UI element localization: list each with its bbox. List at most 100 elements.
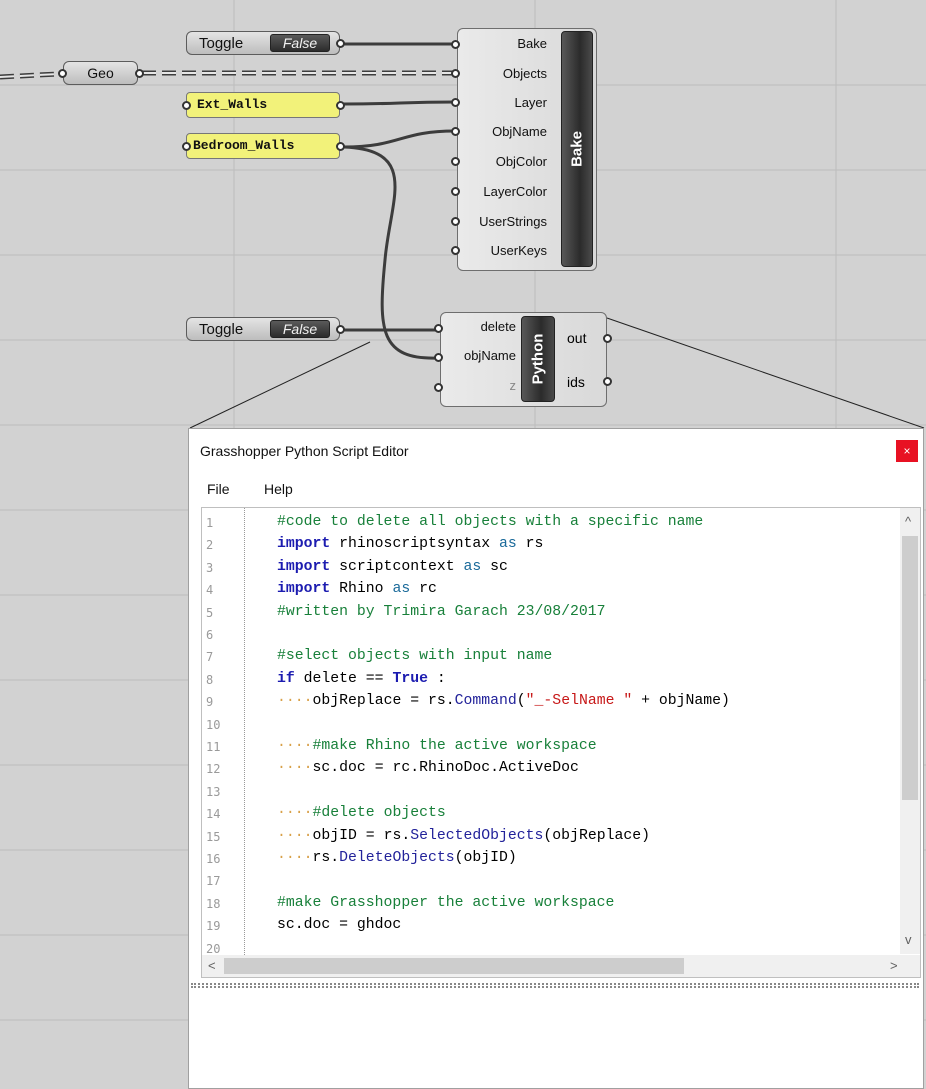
bake-name-bar: Bake: [561, 31, 593, 267]
code-token: import: [277, 581, 331, 598]
python-grip-z[interactable]: [434, 383, 443, 392]
code-token: :: [427, 670, 446, 687]
python-input-delete[interactable]: delete: [481, 319, 516, 334]
code-line[interactable]: #make Grasshopper the active workspace: [277, 895, 614, 911]
code-line[interactable]: import scriptcontext as sc: [277, 559, 508, 575]
toggle-output-grip[interactable]: [336, 39, 345, 48]
code-token: objReplace = rs.: [312, 693, 455, 710]
splitter-handle[interactable]: [191, 983, 919, 988]
panel-input-grip[interactable]: [182, 142, 191, 151]
horizontal-scrollbar[interactable]: < >: [202, 955, 920, 977]
bake-grip-layercolor[interactable]: [451, 187, 460, 196]
boolean-toggle-bake[interactable]: Toggle False: [186, 31, 340, 55]
vertical-scrollbar[interactable]: ^ v: [900, 508, 920, 954]
code-line[interactable]: ····objID = rs.SelectedObjects(objReplac…: [277, 828, 650, 844]
toggle-value[interactable]: False: [270, 320, 330, 338]
python-input-objname[interactable]: objName: [464, 348, 516, 363]
bake-input-userkeys[interactable]: UserKeys: [491, 243, 547, 258]
scroll-right-icon[interactable]: >: [890, 958, 898, 973]
python-grip-out[interactable]: [603, 334, 612, 343]
bake-input-bake[interactable]: Bake: [517, 36, 547, 51]
close-icon: ×: [903, 444, 911, 458]
scroll-up-icon[interactable]: ^: [905, 514, 911, 529]
panel-bedroom-walls[interactable]: Bedroom_Walls: [186, 133, 340, 159]
bake-grip-bake[interactable]: [451, 40, 460, 49]
title-bar[interactable]: Grasshopper Python Script Editor ×: [189, 429, 923, 473]
line-number: 12: [206, 762, 221, 777]
bake-grip-objects[interactable]: [451, 69, 460, 78]
code-line[interactable]: #select objects with input name: [277, 648, 552, 664]
line-number: 2: [206, 538, 214, 553]
window-title: Grasshopper Python Script Editor: [200, 443, 409, 459]
wire-ext-layer: [343, 100, 456, 106]
code-line[interactable]: #code to delete all objects with a speci…: [277, 514, 703, 530]
code-line[interactable]: ····rs.DeleteObjects(objID): [277, 850, 517, 866]
python-script-editor-window[interactable]: Grasshopper Python Script Editor × File …: [188, 428, 924, 1089]
bake-grip-layer[interactable]: [451, 98, 460, 107]
bake-input-layer[interactable]: Layer: [514, 95, 547, 110]
toggle-output-grip[interactable]: [336, 325, 345, 334]
code-line[interactable]: import Rhino as rc: [277, 581, 437, 597]
python-grip-ids[interactable]: [603, 377, 612, 386]
panel-text: Ext_Walls: [197, 97, 268, 112]
code-line[interactable]: ····#delete objects: [277, 805, 446, 821]
line-number: 7: [206, 650, 214, 665]
scroll-left-icon[interactable]: <: [208, 958, 216, 973]
code-token: (objReplace): [543, 827, 650, 844]
code-line[interactable]: sc.doc = ghdoc: [277, 917, 401, 933]
vertical-scroll-thumb[interactable]: [902, 536, 918, 800]
geo-param[interactable]: Geo: [63, 61, 138, 85]
code-token: rc: [410, 581, 437, 598]
menu-file[interactable]: File: [207, 481, 230, 497]
toggle-value[interactable]: False: [270, 34, 330, 52]
python-output-out[interactable]: out: [567, 330, 586, 346]
line-number: 5: [206, 605, 214, 620]
python-grip-objname[interactable]: [434, 353, 443, 362]
bake-input-layercolor[interactable]: LayerColor: [483, 184, 547, 199]
line-number: 18: [206, 896, 221, 911]
code-line[interactable]: import rhinoscriptsyntax as rs: [277, 536, 543, 552]
indent-dots: ····: [277, 827, 313, 844]
code-token: sc.doc = ghdoc: [277, 917, 402, 934]
geo-input-grip[interactable]: [58, 69, 67, 78]
panel-input-grip[interactable]: [182, 101, 191, 110]
code-token: import: [277, 536, 331, 553]
close-button[interactable]: ×: [896, 440, 918, 462]
code-token: "_-SelName ": [525, 693, 633, 710]
bake-input-objects[interactable]: Objects: [503, 66, 547, 81]
bake-input-objcolor[interactable]: ObjColor: [496, 154, 547, 169]
bake-grip-userkeys[interactable]: [451, 246, 460, 255]
menu-help[interactable]: Help: [264, 481, 293, 497]
code-editor[interactable]: 1 2 3 4 5 6 7 8 9 10 11 12 13 14 15 16 17 18 19 20 #code to…: [201, 507, 921, 978]
code-token: Command: [454, 693, 517, 710]
code-line[interactable]: #written by Trimira Garach 23/08/2017: [277, 604, 606, 620]
boolean-toggle-delete[interactable]: Toggle False: [186, 317, 340, 341]
code-line[interactable]: ····#make Rhino the active workspace: [277, 738, 597, 754]
line-number: 4: [206, 583, 214, 598]
line-number: 15: [206, 829, 221, 844]
bake-input-objname[interactable]: ObjName: [492, 124, 547, 139]
code-line[interactable]: ····objReplace = rs.Command("_-SelName "…: [277, 693, 730, 709]
python-output-ids[interactable]: ids: [567, 374, 585, 390]
panel-output-grip[interactable]: [336, 101, 345, 110]
bake-grip-objcolor[interactable]: [451, 157, 460, 166]
scroll-down-icon[interactable]: v: [905, 932, 912, 947]
bake-grip-userstrings[interactable]: [451, 217, 460, 226]
code-comment: #make Rhino the active workspace: [312, 738, 597, 754]
indent-dots: ····: [277, 850, 313, 866]
panel-output-grip[interactable]: [336, 142, 345, 151]
code-line[interactable]: if delete == True :: [277, 671, 446, 687]
bake-grip-objname[interactable]: [451, 127, 460, 136]
panel-ext-walls[interactable]: Ext_Walls: [186, 92, 340, 118]
code-comment: #delete objects: [312, 805, 446, 822]
code-token: objID = rs.: [312, 827, 411, 844]
geo-output-grip[interactable]: [135, 69, 144, 78]
line-number-gutter: 1 2 3 4 5 6 7 8 9 10 11 12 13 14 15 16 17 18 19 20: [202, 508, 245, 977]
bake-component[interactable]: Bake Objects Layer ObjName ObjColor Laye…: [457, 28, 597, 271]
python-input-z[interactable]: z: [510, 378, 517, 393]
python-component[interactable]: delete objName z Python out ids: [440, 312, 607, 407]
bake-input-userstrings[interactable]: UserStrings: [479, 214, 547, 229]
horizontal-scroll-thumb[interactable]: [224, 958, 684, 974]
python-grip-delete[interactable]: [434, 324, 443, 333]
code-line[interactable]: ····sc.doc = rc.RhinoDoc.ActiveDoc: [277, 760, 579, 776]
